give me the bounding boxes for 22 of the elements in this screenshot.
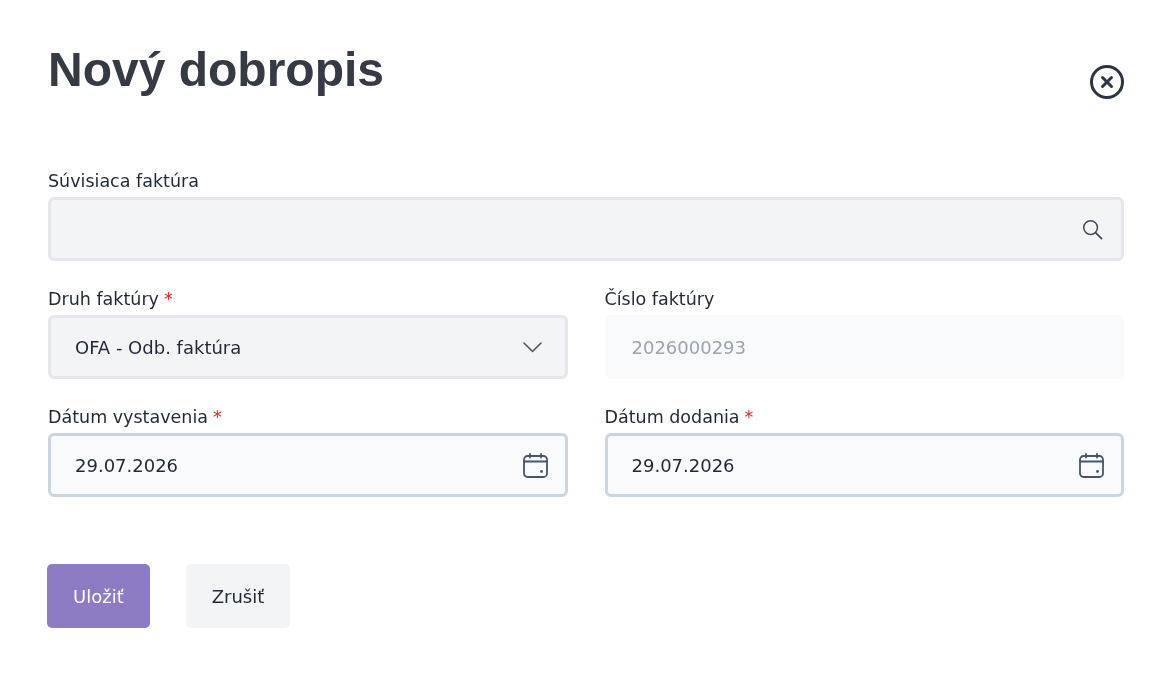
- required-mark: *: [744, 406, 754, 429]
- dropdown-field[interactable]: OFA - Odb. faktúra: [48, 315, 568, 379]
- field-label: Dátum vystavenia: [48, 406, 208, 429]
- date-field[interactable]: 29.07.2026: [48, 433, 568, 497]
- input-field: 2026000293: [604, 315, 1124, 379]
- close-button[interactable]: [1090, 65, 1124, 99]
- date-field[interactable]: 29.07.2026: [604, 433, 1124, 497]
- field-label: Súvisiaca faktúra: [48, 170, 199, 193]
- search-icon: [1082, 218, 1103, 240]
- chevron-down-icon: [522, 341, 542, 353]
- save-button[interactable]: Uložiť: [47, 564, 150, 628]
- calendar-icon: [1079, 452, 1104, 478]
- required-mark: *: [163, 288, 173, 311]
- field-label: Druh faktúry: [48, 288, 159, 311]
- field-label: Číslo faktúry: [604, 287, 715, 311]
- cancel-button[interactable]: Zrušiť: [185, 564, 291, 628]
- field-label: Dátum dodania: [604, 406, 740, 429]
- calendar-icon: [522, 452, 548, 478]
- close-icon: [1090, 65, 1124, 99]
- dialog-title: Nový dobropis: [48, 42, 385, 98]
- required-mark: *: [213, 406, 222, 429]
- search-field[interactable]: [48, 197, 1124, 261]
